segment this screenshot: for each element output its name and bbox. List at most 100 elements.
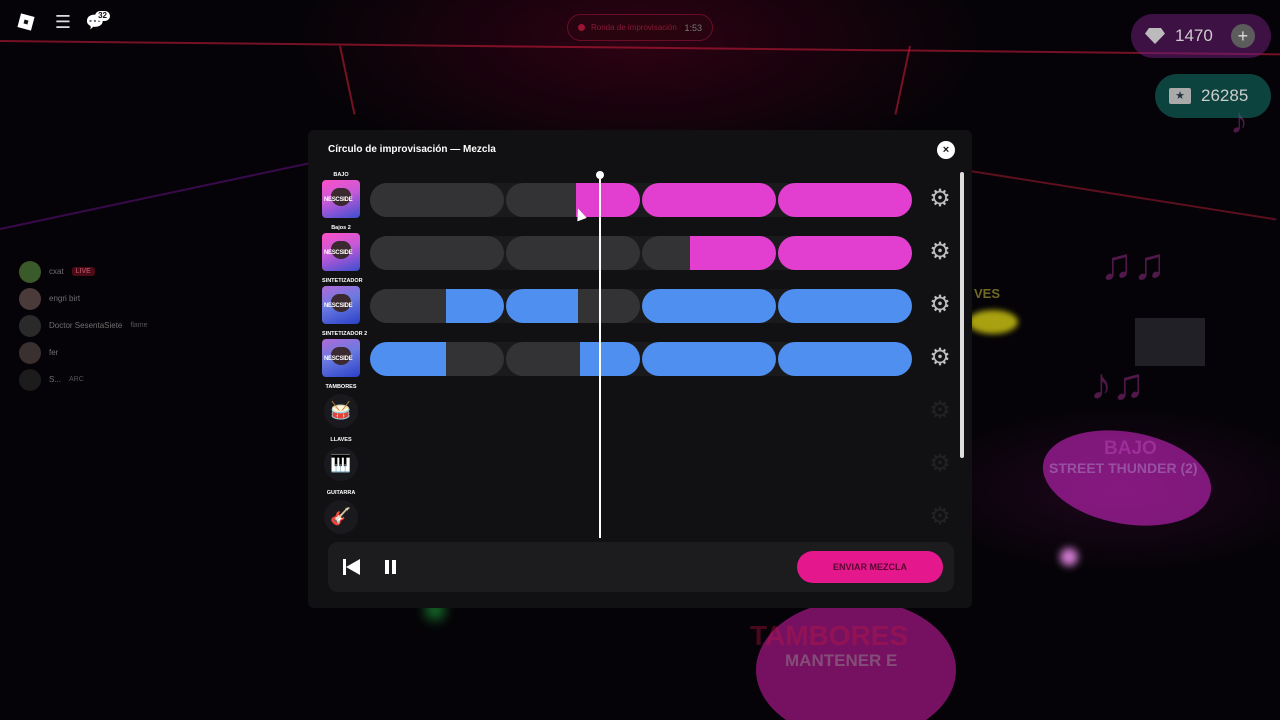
- gems-amount: 1470: [1175, 26, 1213, 45]
- playhead[interactable]: [596, 171, 604, 538]
- clip-segment[interactable]: [642, 342, 776, 376]
- bg-song-title: STREET THUNDER (2): [1049, 460, 1198, 476]
- track-thumbnail[interactable]: NESCSIDE: [322, 180, 360, 218]
- player-name: S...: [49, 375, 62, 384]
- tickets-amount: 26285: [1201, 86, 1249, 105]
- tickets-balance: ★ 26285: [1155, 74, 1271, 118]
- hamburger-menu-button[interactable]: ☰: [48, 9, 78, 35]
- track-label: SINTETIZADOR: [322, 278, 363, 284]
- clip-slot-empty[interactable]: [578, 289, 640, 323]
- clip-segment[interactable]: [778, 183, 912, 217]
- track-row-bajo: BAJO NESCSIDE ⚙: [322, 172, 962, 224]
- avatar: [19, 368, 41, 391]
- stage-light: [0, 161, 314, 230]
- player-tag: flame: [130, 322, 148, 329]
- player-row[interactable]: engri birt: [19, 285, 148, 312]
- album-art-text: NESCSIDE: [324, 250, 353, 256]
- clip-segment[interactable]: [642, 289, 776, 323]
- clip-segment[interactable]: [506, 289, 578, 323]
- playhead-handle[interactable]: [596, 171, 604, 179]
- track-list-scrollbar[interactable]: [960, 172, 964, 458]
- chat-count-badge: 32: [95, 11, 110, 21]
- clip-slot-empty[interactable]: [506, 342, 580, 376]
- roblox-menu-button[interactable]: [11, 9, 41, 35]
- avatar: [19, 260, 41, 283]
- bg-label-bajo: BAJO: [1104, 438, 1157, 459]
- pink-glow: [1060, 548, 1078, 566]
- track-label: Bajos 2: [331, 225, 351, 231]
- track-label: LLAVES: [330, 437, 352, 443]
- track-settings-gear-icon[interactable]: ⚙: [927, 292, 953, 318]
- track-lane[interactable]: [370, 289, 912, 323]
- track-thumbnail[interactable]: NESCSIDE: [322, 233, 360, 271]
- track-label: GUITARRA: [326, 490, 356, 496]
- keyboard-icon: 🎹: [324, 447, 358, 481]
- bg-billboard: [1135, 318, 1205, 366]
- clip-slot-empty[interactable]: [446, 342, 504, 376]
- record-dot-icon: [578, 24, 585, 31]
- clip-segment[interactable]: [778, 236, 912, 270]
- track-thumbnail[interactable]: NESCSIDE: [322, 286, 360, 324]
- transport-bar: ENVIAR MEZCLA: [328, 542, 954, 592]
- track-thumbnail[interactable]: 🎹: [322, 445, 360, 483]
- track-settings-gear-icon[interactable]: ⚙: [927, 239, 953, 265]
- track-settings-gear-icon[interactable]: ⚙: [927, 504, 953, 530]
- track-settings-gear-icon[interactable]: ⚙: [927, 345, 953, 371]
- clip-segment[interactable]: [370, 342, 446, 376]
- album-art-text: NESCSIDE: [324, 356, 353, 362]
- player-row[interactable]: S... ARC: [19, 366, 148, 393]
- clip-segment[interactable]: [580, 342, 640, 376]
- clip-slot-empty[interactable]: [506, 183, 576, 217]
- roblox-logo-icon: [17, 13, 35, 31]
- track-lane[interactable]: [370, 236, 912, 270]
- ticket-icon: ★: [1169, 88, 1191, 104]
- clip-slot-empty[interactable]: [642, 236, 690, 270]
- player-row[interactable]: cxat LIVE: [19, 258, 148, 285]
- close-icon: ×: [942, 144, 950, 156]
- clip-slot-empty[interactable]: [506, 236, 640, 270]
- track-lane[interactable]: [370, 183, 912, 217]
- track-settings-gear-icon[interactable]: ⚙: [927, 186, 953, 212]
- clip-segment[interactable]: [446, 289, 504, 323]
- bg-label-mantener: MANTENER E: [785, 651, 898, 670]
- track-row-sintetizador: SINTETIZADOR NESCSIDE ⚙: [322, 278, 962, 330]
- close-button[interactable]: ×: [937, 141, 955, 159]
- track-row-tambores: TAMBORES 🥁 ⚙: [322, 384, 962, 436]
- avatar: [19, 341, 41, 364]
- hamburger-icon: ☰: [54, 11, 72, 32]
- avatar: [19, 287, 41, 310]
- clip-segment[interactable]: [576, 183, 640, 217]
- track-thumbnail[interactable]: 🎸: [322, 498, 360, 536]
- clip-segment[interactable]: [690, 236, 776, 270]
- track-lane[interactable]: [370, 342, 912, 376]
- music-note-icon: ♫♫: [1100, 240, 1166, 289]
- send-mix-button[interactable]: ENVIAR MEZCLA: [797, 551, 943, 583]
- player-name: fer: [49, 348, 59, 357]
- track-row-bajos-2: Bajos 2 NESCSIDE ⚙: [322, 225, 962, 277]
- yellow-light: [968, 310, 1018, 334]
- drum-icon: 🥁: [324, 394, 358, 428]
- avatar: [19, 314, 41, 337]
- clip-segment[interactable]: [778, 342, 912, 376]
- track-settings-gear-icon[interactable]: ⚙: [927, 451, 953, 477]
- track-label: TAMBORES: [325, 384, 357, 390]
- clip-slot-empty[interactable]: [370, 183, 504, 217]
- buy-gems-button[interactable]: +: [1230, 24, 1255, 48]
- clip-slot-empty[interactable]: [370, 236, 504, 270]
- track-thumbnail[interactable]: NESCSIDE: [322, 339, 360, 377]
- pause-button[interactable]: [378, 555, 402, 579]
- skip-back-button[interactable]: [340, 555, 364, 579]
- player-list: cxat LIVE engri birt Doctor SesentaSiete…: [19, 258, 148, 393]
- player-row[interactable]: fer: [19, 339, 148, 366]
- player-row[interactable]: Doctor SesentaSiete flame: [19, 312, 148, 339]
- track-settings-gear-icon[interactable]: ⚙: [927, 398, 953, 424]
- chat-button[interactable]: 💬 32: [80, 9, 110, 35]
- track-thumbnail[interactable]: 🥁: [322, 392, 360, 430]
- clip-segment[interactable]: [642, 183, 776, 217]
- music-note-icon: ♪♫: [1090, 360, 1145, 409]
- clip-segment[interactable]: [778, 289, 912, 323]
- clip-slot-empty[interactable]: [370, 289, 446, 323]
- timer-time: 1:53: [684, 22, 702, 33]
- stage-light: [969, 170, 1277, 221]
- player-name: Doctor SesentaSiete: [49, 321, 123, 330]
